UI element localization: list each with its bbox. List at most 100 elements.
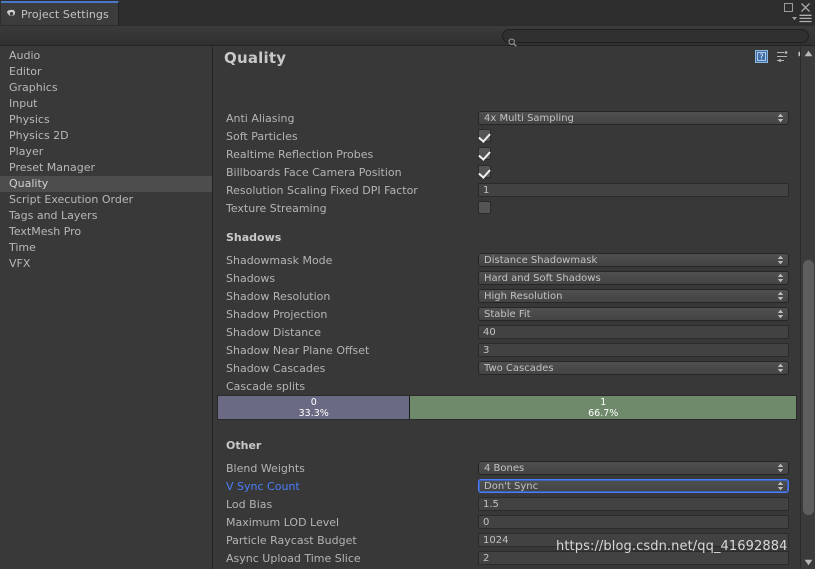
field-wrapper: 3 xyxy=(478,343,789,357)
settings-row: Realtime Reflection Probes xyxy=(214,145,797,163)
scroll-down-arrow-icon[interactable] xyxy=(801,556,815,569)
window-menu[interactable] xyxy=(791,14,812,23)
dropdown-shadowmask-mode[interactable]: Distance Shadowmask xyxy=(478,253,789,267)
sidebar-item-audio[interactable]: Audio xyxy=(0,48,212,64)
dropdown-anti-aliasing[interactable]: 4x Multi Sampling xyxy=(478,111,789,125)
dropdown-blend-weights[interactable]: 4 Bones xyxy=(478,461,789,475)
help-book-icon[interactable]: ? xyxy=(755,48,768,67)
label-shadow-cascades: Shadow Cascades xyxy=(226,361,326,375)
settings-row: Anti Aliasing 4x Multi Sampling xyxy=(214,109,797,127)
settings-row: Async Upload Time Slice 2 xyxy=(214,549,797,567)
dropdown-v-sync-count[interactable]: Don't Sync xyxy=(478,479,789,493)
sidebar-item-label: Time xyxy=(9,241,36,254)
input-value: 0 xyxy=(483,516,490,528)
input-resolution-scaling-fixed-dpi-factor[interactable]: 1 xyxy=(478,183,789,197)
scrollbar-thumb[interactable] xyxy=(803,260,814,515)
label-maximum-lod-level: Maximum LOD Level xyxy=(226,515,340,529)
input-value: 40 xyxy=(483,326,496,338)
sidebar-item-editor[interactable]: Editor xyxy=(0,64,212,80)
checkbox-texture-streaming[interactable] xyxy=(478,201,491,214)
field-wrapper: 1.5 xyxy=(478,497,789,511)
sidebar-item-label: TextMesh Pro xyxy=(9,225,82,238)
sidebar-item-quality[interactable]: Quality xyxy=(0,176,212,192)
cascade-percent: 66.7% xyxy=(588,407,619,419)
checkbox-soft-particles[interactable] xyxy=(478,129,491,142)
dropdown-value: Don't Sync xyxy=(484,480,539,492)
search-field[interactable] xyxy=(502,29,809,47)
sidebar-item-script-execution-order[interactable]: Script Execution Order xyxy=(0,192,212,208)
label-async-upload-time-slice: Async Upload Time Slice xyxy=(226,551,361,565)
sidebar-item-label: Physics xyxy=(9,113,50,126)
sidebar-item-graphics[interactable]: Graphics xyxy=(0,80,212,96)
dropdown-arrows-icon xyxy=(777,309,784,319)
sidebar-item-physics[interactable]: Physics xyxy=(0,112,212,128)
input-maximum-lod-level[interactable]: 0 xyxy=(478,515,789,529)
cascade-index: 1 xyxy=(600,396,607,408)
input-async-upload-time-slice[interactable]: 2 xyxy=(478,551,789,565)
label-texture-streaming: Texture Streaming xyxy=(226,201,327,215)
input-shadow-distance[interactable]: 40 xyxy=(478,325,789,339)
field-wrapper: 0 xyxy=(478,515,789,529)
label-blend-weights: Blend Weights xyxy=(226,461,305,475)
input-value: 1.5 xyxy=(483,498,499,510)
label-shadow-near-plane-offset: Shadow Near Plane Offset xyxy=(226,343,370,357)
cascade-segment[interactable]: 0 33.3% xyxy=(218,396,411,419)
dropdown-shadow-projection[interactable]: Stable Fit xyxy=(478,307,789,321)
label-particle-raycast-budget: Particle Raycast Budget xyxy=(226,533,357,547)
window-controls xyxy=(784,2,811,13)
vertical-scrollbar[interactable] xyxy=(800,47,815,569)
label-shadow-projection: Shadow Projection xyxy=(226,307,328,321)
sidebar-item-time[interactable]: Time xyxy=(0,240,212,256)
checkbox-realtime-reflection-probes[interactable] xyxy=(478,147,491,160)
sidebar-item-input[interactable]: Input xyxy=(0,96,212,112)
scroll-up-arrow-icon[interactable] xyxy=(801,47,815,60)
label-shadow-resolution: Shadow Resolution xyxy=(226,289,331,303)
section-header-other: Other xyxy=(226,439,262,452)
field-wrapper: High Resolution xyxy=(478,289,789,303)
checkbox-billboards-face-camera-position[interactable] xyxy=(478,165,491,178)
input-shadow-near-plane-offset[interactable]: 3 xyxy=(478,343,789,357)
page-title: Quality xyxy=(224,49,287,67)
hamburger-menu-icon xyxy=(799,14,812,23)
sidebar-item-preset-manager[interactable]: Preset Manager xyxy=(0,160,212,176)
field-wrapper: 2 xyxy=(478,551,789,565)
cascade-percent: 33.3% xyxy=(298,407,329,419)
sidebar-item-label: Audio xyxy=(9,49,41,62)
input-lod-bias[interactable]: 1.5 xyxy=(478,497,789,511)
label-v-sync-count: V Sync Count xyxy=(226,479,300,493)
tab-project-settings[interactable]: Project Settings xyxy=(1,1,119,25)
sidebar-item-tags-and-layers[interactable]: Tags and Layers xyxy=(0,208,212,224)
sidebar-item-label: Graphics xyxy=(9,81,58,94)
cascade-splits-bar[interactable]: 0 33.3% 1 66.7% xyxy=(217,395,797,420)
settings-row: Billboards Face Camera Position xyxy=(214,163,797,181)
dropdown-shadow-cascades[interactable]: Two Cascades xyxy=(478,361,789,375)
dropdown-shadows[interactable]: Hard and Soft Shadows xyxy=(478,271,789,285)
settings-category-sidebar: Audio Editor Graphics Input Physics Phys… xyxy=(0,47,213,569)
settings-row: Cascade splits xyxy=(214,377,797,395)
close-icon[interactable] xyxy=(800,2,811,13)
settings-row: Blend Weights 4 Bones xyxy=(214,459,797,477)
sidebar-item-label: Script Execution Order xyxy=(9,193,134,206)
search-input[interactable] xyxy=(520,30,790,42)
label-billboards-face-camera-position: Billboards Face Camera Position xyxy=(226,165,402,179)
sidebar-item-vfx[interactable]: VFX xyxy=(0,256,212,272)
field-wrapper xyxy=(478,201,789,215)
settings-row: Resolution Scaling Fixed DPI Factor 1 xyxy=(214,181,797,199)
dropdown-shadow-resolution[interactable]: High Resolution xyxy=(478,289,789,303)
field-wrapper: 1 xyxy=(478,183,789,197)
cascade-segment[interactable]: 1 66.7% xyxy=(410,396,796,419)
input-value: 2 xyxy=(483,552,490,564)
input-value: 3 xyxy=(483,344,490,356)
maximize-icon[interactable] xyxy=(784,3,793,12)
sidebar-item-physics-2d[interactable]: Physics 2D xyxy=(0,128,212,144)
sidebar-item-player[interactable]: Player xyxy=(0,144,212,160)
quality-settings-panel: Anti Aliasing 4x Multi Sampling Soft Parti… xyxy=(214,47,815,569)
dropdown-value: Distance Shadowmask xyxy=(484,254,598,266)
preset-icon[interactable] xyxy=(776,48,789,67)
sidebar-item-textmesh-pro[interactable]: TextMesh Pro xyxy=(0,224,212,240)
dropdown-arrows-icon xyxy=(777,481,784,491)
label-anti-aliasing: Anti Aliasing xyxy=(226,111,295,125)
input-value: 1 xyxy=(483,184,490,196)
label-lod-bias: Lod Bias xyxy=(226,497,273,511)
input-particle-raycast-budget[interactable]: 1024 xyxy=(478,533,789,547)
